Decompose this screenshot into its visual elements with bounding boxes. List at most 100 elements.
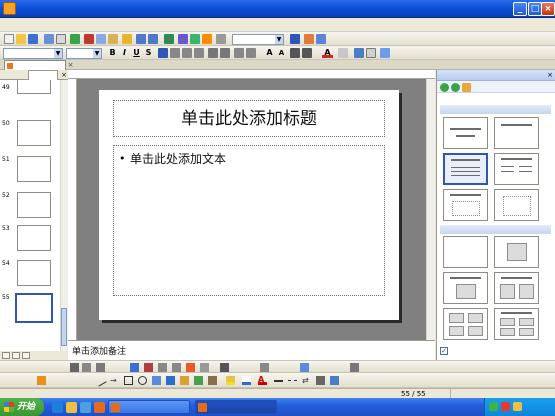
close-tab-icon[interactable]: × <box>66 61 75 69</box>
layout-content[interactable] <box>494 236 539 268</box>
arrange-icon[interactable] <box>220 363 229 372</box>
fill-color-icon[interactable] <box>226 376 235 385</box>
taskbar-button[interactable] <box>108 400 190 414</box>
slide-thumbnail[interactable] <box>17 225 51 251</box>
maximize-button[interactable]: □ <box>528 2 542 16</box>
layout-title-only[interactable] <box>494 117 539 149</box>
layout-title-and-content[interactable] <box>443 272 488 304</box>
layout-title-slide[interactable] <box>443 117 488 149</box>
menu-help[interactable] <box>260 19 264 31</box>
select-objects-icon[interactable] <box>37 376 46 385</box>
menu-tools[interactable] <box>158 19 162 31</box>
line-spacing-icon[interactable] <box>234 48 244 58</box>
slide-thumbnail[interactable] <box>17 120 51 146</box>
quicklaunch-icon[interactable] <box>94 402 105 413</box>
volume-icon[interactable] <box>513 402 522 411</box>
align-right-icon[interactable] <box>182 48 192 58</box>
normal-view-button[interactable] <box>2 352 10 359</box>
layout-title-and-vertical-text[interactable] <box>443 189 488 221</box>
security-icon[interactable] <box>501 402 510 411</box>
layout-vertical-title-and-text[interactable] <box>494 189 539 221</box>
oval-tool-icon[interactable] <box>138 376 147 385</box>
border-icon[interactable] <box>260 363 269 372</box>
new-slide-icon[interactable] <box>202 34 212 44</box>
clipart-icon[interactable] <box>194 376 203 385</box>
menu-extra-2[interactable] <box>310 19 314 31</box>
network-icon[interactable] <box>489 402 498 411</box>
menu-file[interactable] <box>4 19 8 31</box>
insert-picture-icon[interactable] <box>208 376 217 385</box>
undo-icon[interactable] <box>136 34 146 44</box>
font-color-button[interactable]: A <box>322 48 333 58</box>
layout-title-and-text[interactable] <box>443 153 488 185</box>
textbox-icon[interactable] <box>152 376 161 385</box>
forward-icon[interactable] <box>451 83 460 92</box>
minimize-button[interactable]: _ <box>513 2 527 16</box>
close-icon[interactable]: × <box>546 71 554 80</box>
increase-indent-icon[interactable] <box>302 48 312 58</box>
menu-window[interactable] <box>232 19 236 31</box>
close-pane-icon[interactable]: × <box>60 70 68 80</box>
distribute-icon[interactable] <box>350 363 359 372</box>
menu-slideshow[interactable] <box>184 19 188 31</box>
numbering-icon[interactable] <box>208 48 218 58</box>
menu-edit[interactable] <box>40 19 44 31</box>
align-text-icon[interactable] <box>158 363 167 372</box>
rectangle-tool-icon[interactable] <box>124 376 133 385</box>
back-icon[interactable] <box>440 83 449 92</box>
menu-insert[interactable] <box>102 19 106 31</box>
folder-icon[interactable] <box>66 402 77 413</box>
menu-view[interactable] <box>72 19 76 31</box>
new-icon[interactable] <box>4 34 14 44</box>
ie-icon[interactable] <box>52 402 63 413</box>
shadow-style-icon[interactable] <box>316 376 325 385</box>
layout-four-content[interactable] <box>443 308 488 340</box>
slide-thumbnail-selected[interactable] <box>15 293 53 323</box>
decrease-indent-icon[interactable] <box>290 48 300 58</box>
layout-two-content[interactable] <box>494 272 539 304</box>
tab-outline[interactable] <box>2 70 28 80</box>
tab-slides[interactable] <box>28 70 58 80</box>
body-placeholder[interactable]: • 单击此处添加文本 <box>113 145 385 296</box>
dash-style-icon[interactable] <box>288 380 297 381</box>
bullet-style-icon[interactable] <box>96 363 105 372</box>
slide-thumbnail[interactable] <box>17 80 51 94</box>
align-left-icon[interactable] <box>158 48 168 58</box>
font-color-icon[interactable]: A <box>258 376 267 385</box>
slide-layout-icon[interactable] <box>380 48 390 58</box>
sorter-view-button[interactable] <box>12 352 20 359</box>
slides-pane-scroll-thumb[interactable] <box>61 308 67 346</box>
redo-icon[interactable] <box>148 34 158 44</box>
decrease-font-button[interactable]: A <box>276 48 287 58</box>
start-button[interactable]: 开始 <box>0 398 44 416</box>
home-icon[interactable] <box>462 83 471 92</box>
text-direction-icon[interactable] <box>172 363 181 372</box>
text-color-icon[interactable] <box>144 363 153 372</box>
special-char-icon[interactable] <box>186 363 195 372</box>
align-center-icon[interactable] <box>170 48 180 58</box>
layout-blank[interactable] <box>443 236 488 268</box>
new-slide-2-icon[interactable] <box>366 48 376 58</box>
slide-area-scrollbar[interactable] <box>426 79 435 340</box>
notes-pane[interactable]: 单击添加备注 <box>68 340 435 360</box>
increase-font-button[interactable]: A <box>264 48 275 58</box>
grid-icon[interactable] <box>216 34 226 44</box>
taskbar-button-active[interactable] <box>195 400 277 414</box>
font-size-select[interactable]: ▼ <box>66 48 102 59</box>
format-painter-icon[interactable] <box>122 34 132 44</box>
arrow-tool-icon[interactable]: → <box>110 376 119 385</box>
line-style-icon[interactable] <box>274 380 283 382</box>
hyperlink-icon[interactable] <box>164 34 174 44</box>
shadow-button[interactable]: S <box>143 48 154 58</box>
line-tool-icon[interactable] <box>94 374 107 387</box>
text-effect-icon[interactable] <box>130 363 139 372</box>
save-icon[interactable] <box>28 34 38 44</box>
title-placeholder[interactable]: 单击此处添加标题 <box>113 100 385 137</box>
slideshow-icon[interactable] <box>316 34 326 44</box>
3d-style-icon[interactable] <box>330 376 339 385</box>
style-icon[interactable] <box>300 363 309 372</box>
paragraph-spacing-icon[interactable] <box>246 48 256 58</box>
spellcheck-icon[interactable] <box>70 34 80 44</box>
font-name-select[interactable]: ▼ <box>3 48 63 59</box>
line-color-icon[interactable] <box>242 376 251 385</box>
